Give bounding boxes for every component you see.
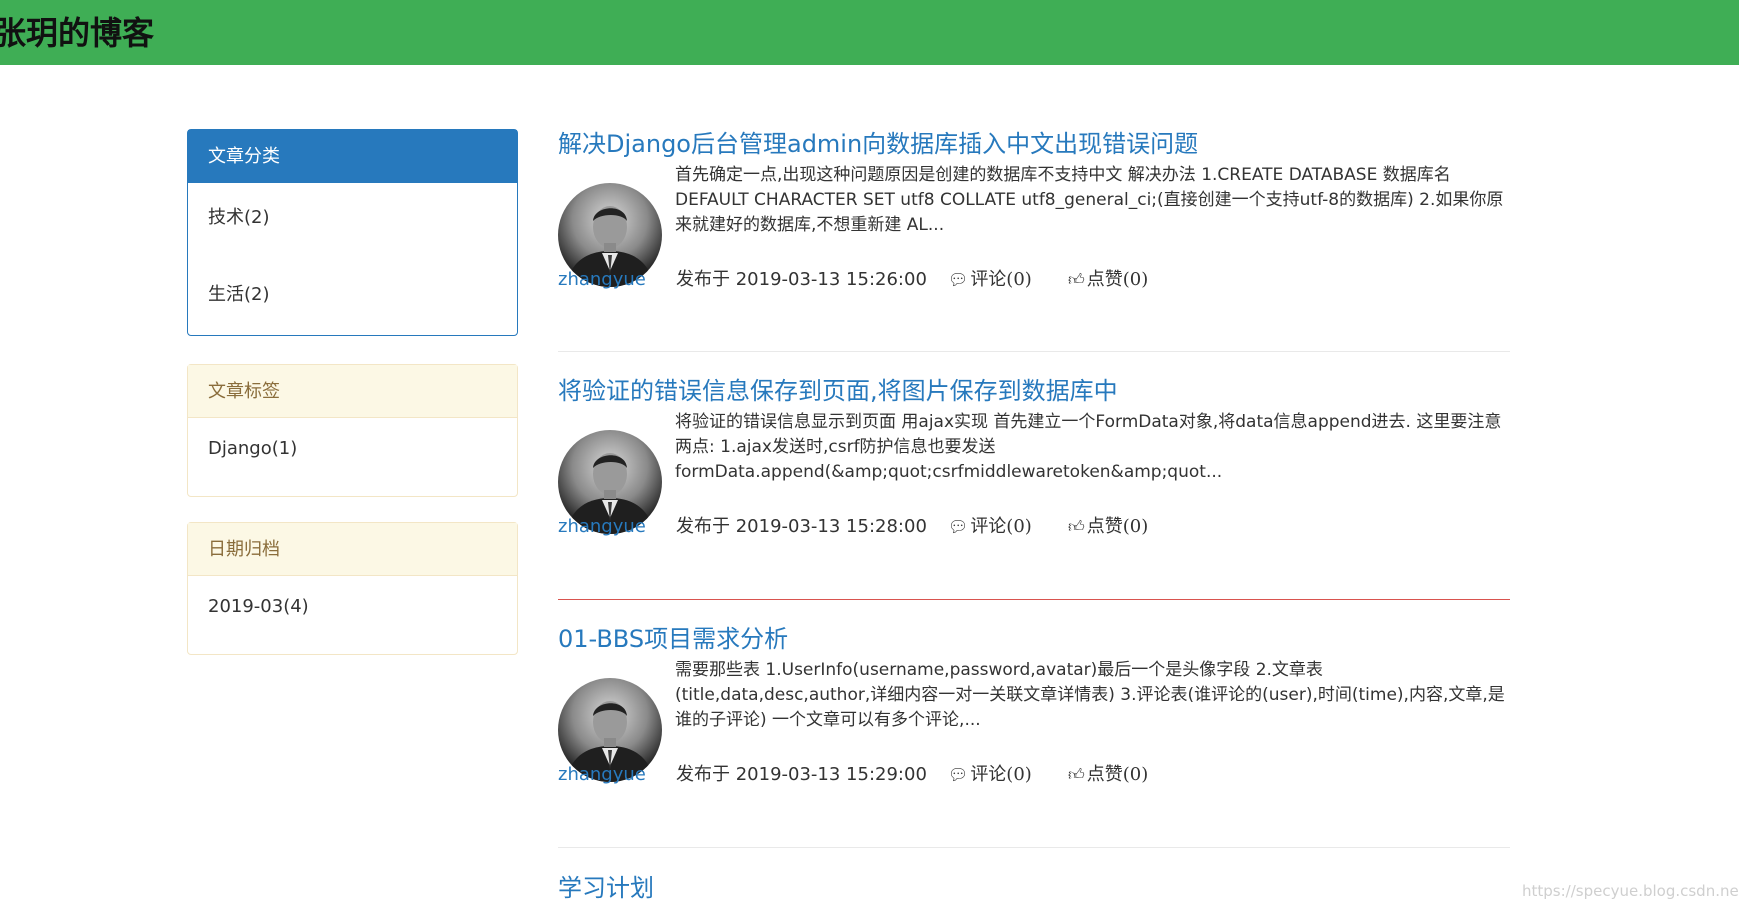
publish-time: 发布于 2019-03-13 15:26:00 [676, 269, 927, 290]
category-panel: 文章分类 技术(2) 生活(2) [187, 129, 518, 336]
comment-icon: 💬︎ [948, 517, 969, 536]
article-meta: zhangyue 发布于 2019-03-13 15:26:00 💬︎ 评论(0)… [558, 268, 1510, 292]
thumbs-up-icon: 👍︎ [1068, 517, 1085, 536]
tag-panel: 文章标签 Django(1) [187, 364, 518, 497]
publish-time: 发布于 2019-03-13 15:28:00 [676, 516, 927, 537]
publish-time: 发布于 2019-03-13 15:29:00 [676, 764, 927, 785]
like-link[interactable]: 👍︎ 点赞(0) [1068, 763, 1148, 787]
like-count: 点赞(0) [1086, 516, 1149, 537]
category-item-tech[interactable]: 技术(2) [208, 203, 270, 229]
comment-count: 评论(0) [970, 764, 1032, 785]
article-summary: 将验证的错误信息显示到页面 用ajax实现 首先建立一个FormData对象,将… [675, 412, 1502, 482]
article-title[interactable]: 学习计划 [558, 872, 654, 904]
author-link[interactable]: zhangyue [558, 268, 646, 292]
article-item: 将验证的错误信息保存到页面,将图片保存到数据库中 将验证的错误信息显示到页面 用… [558, 375, 1510, 575]
like-count: 点赞(0) [1086, 269, 1149, 290]
comment-count: 评论(0) [970, 269, 1032, 290]
article-meta: zhangyue 发布于 2019-03-13 15:28:00 💬︎ 评论(0)… [558, 515, 1510, 539]
watermark-text: https://specyue.blog.csdn.net [1522, 882, 1739, 900]
category-item-life[interactable]: 生活(2) [208, 280, 270, 306]
comment-link[interactable]: 💬︎ 评论(0) [948, 268, 1032, 292]
comment-link[interactable]: 💬︎ 评论(0) [948, 515, 1032, 539]
article-divider [558, 847, 1510, 848]
comment-icon: 💬︎ [948, 765, 969, 784]
article-meta: zhangyue 发布于 2019-03-13 15:29:00 💬︎ 评论(0)… [558, 763, 1510, 787]
comment-link[interactable]: 💬︎ 评论(0) [948, 763, 1032, 787]
article-summary: 需要那些表 1.UserInfo(username,password,avata… [675, 660, 1505, 730]
article-item: 01-BBS项目需求分析 需要那些表 1.UserInfo(username,p… [558, 623, 1510, 823]
archive-item-2019-03[interactable]: 2019-03(4) [208, 596, 309, 617]
comment-count: 评论(0) [970, 516, 1032, 537]
author-link[interactable]: zhangyue [558, 763, 646, 787]
article-divider [558, 351, 1510, 352]
thumbs-up-icon: 👍︎ [1068, 765, 1085, 784]
author-link[interactable]: zhangyue [558, 515, 646, 539]
site-title[interactable]: 张玥的博客 [0, 13, 154, 53]
article-title[interactable]: 解决Django后台管理admin向数据库插入中文出现错误问题 [558, 128, 1198, 160]
article-divider-highlighted [558, 599, 1510, 600]
article-summary: 首先确定一点,出现这种问题原因是创建的数据库不支持中文 解决办法 1.CREAT… [675, 165, 1504, 235]
like-count: 点赞(0) [1086, 764, 1149, 785]
category-panel-heading: 文章分类 [188, 130, 517, 183]
article-item: 学习计划 [558, 872, 1510, 908]
comment-icon: 💬︎ [948, 270, 969, 289]
article-title[interactable]: 将验证的错误信息保存到页面,将图片保存到数据库中 [558, 375, 1118, 407]
like-link[interactable]: 👍︎ 点赞(0) [1068, 515, 1148, 539]
site-header: 张玥的博客 [0, 0, 1739, 65]
tag-item-django[interactable]: Django(1) [208, 438, 297, 459]
tag-panel-heading: 文章标签 [188, 365, 517, 418]
article-item: 解决Django后台管理admin向数据库插入中文出现错误问题 首先确定一点,出… [558, 128, 1510, 328]
like-link[interactable]: 👍︎ 点赞(0) [1068, 268, 1148, 292]
thumbs-up-icon: 👍︎ [1068, 270, 1085, 289]
article-title[interactable]: 01-BBS项目需求分析 [558, 623, 788, 655]
archive-panel: 日期归档 2019-03(4) [187, 522, 518, 655]
archive-panel-heading: 日期归档 [188, 523, 517, 576]
